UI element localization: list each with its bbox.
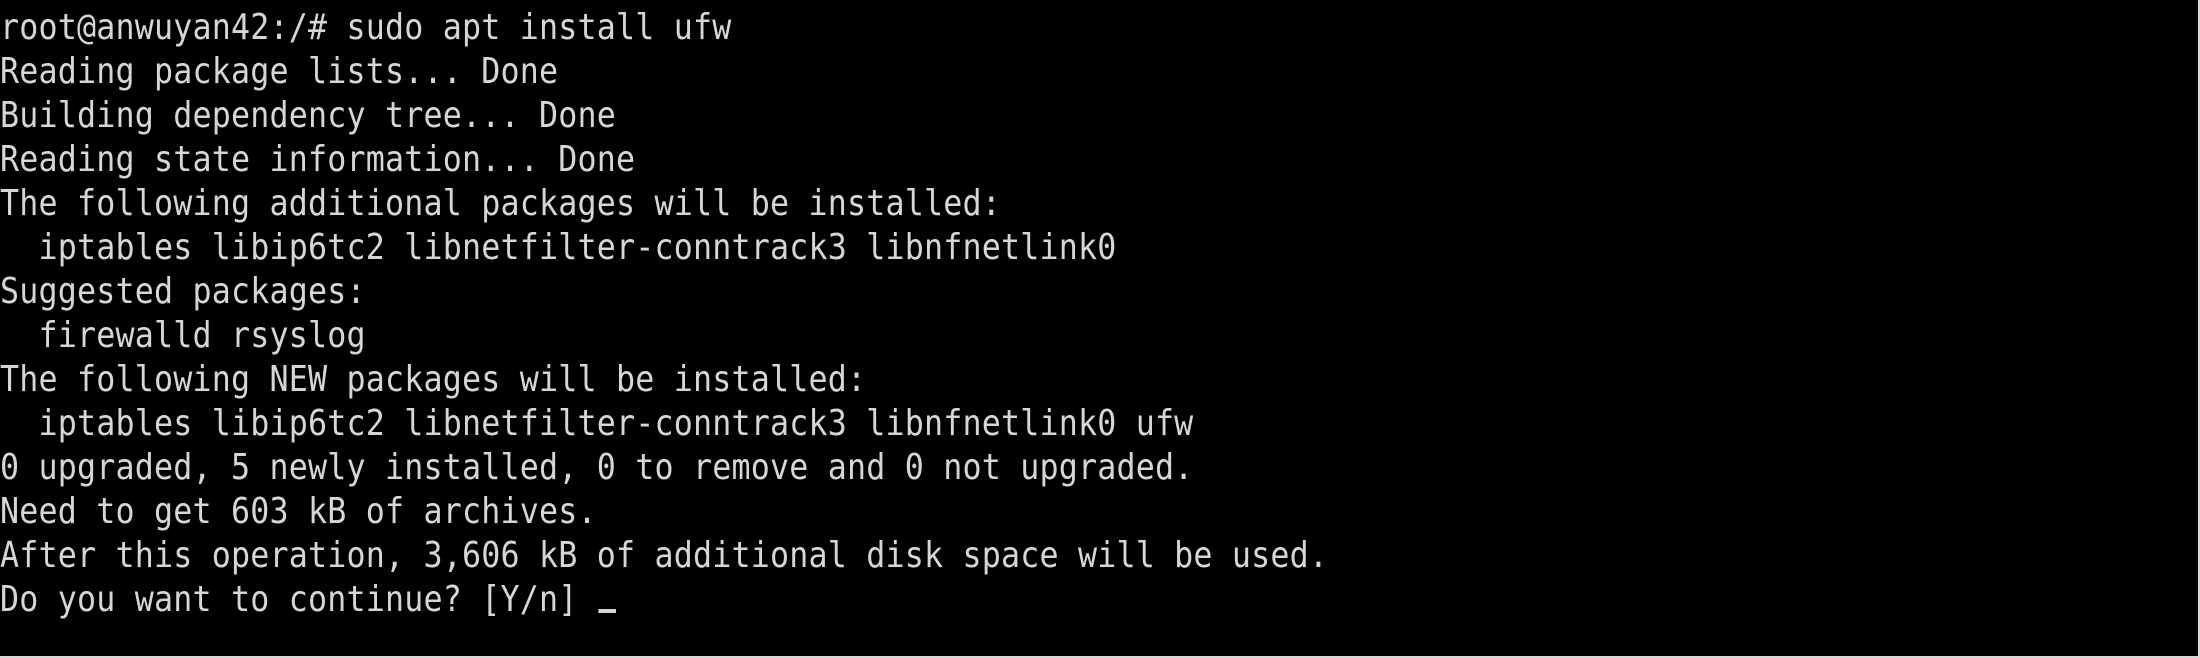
continue-prompt-text: Do you want to continue? [Y/n] <box>0 579 597 620</box>
output-line: iptables libip6tc2 libnetfilter-conntrac… <box>0 403 1194 444</box>
terminal-window[interactable]: root@anwuyan42:/# sudo apt install ufw R… <box>0 0 2200 658</box>
output-line: Need to get 603 kB of archives. <box>0 491 597 532</box>
output-line: 0 upgraded, 5 newly installed, 0 to remo… <box>0 447 1194 488</box>
output-line: After this operation, 3,606 kB of additi… <box>0 535 1329 576</box>
text-cursor <box>598 609 617 613</box>
output-line: iptables libip6tc2 libnetfilter-conntrac… <box>0 227 1117 268</box>
output-line: Suggested packages: <box>0 271 366 312</box>
command-line: root@anwuyan42:/# sudo apt install ufw <box>0 7 732 48</box>
terminal-output: root@anwuyan42:/# sudo apt install ufw R… <box>0 6 2190 622</box>
output-line: Reading state information... Done <box>0 139 636 180</box>
output-line: Building dependency tree... Done <box>0 95 616 136</box>
output-line: Reading package lists... Done <box>0 51 559 92</box>
output-line: The following NEW packages will be insta… <box>0 359 867 400</box>
output-line: firewalld rsyslog <box>0 315 366 356</box>
continue-prompt-line[interactable]: Do you want to continue? [Y/n] <box>0 578 1927 622</box>
output-line: The following additional packages will b… <box>0 183 1001 224</box>
